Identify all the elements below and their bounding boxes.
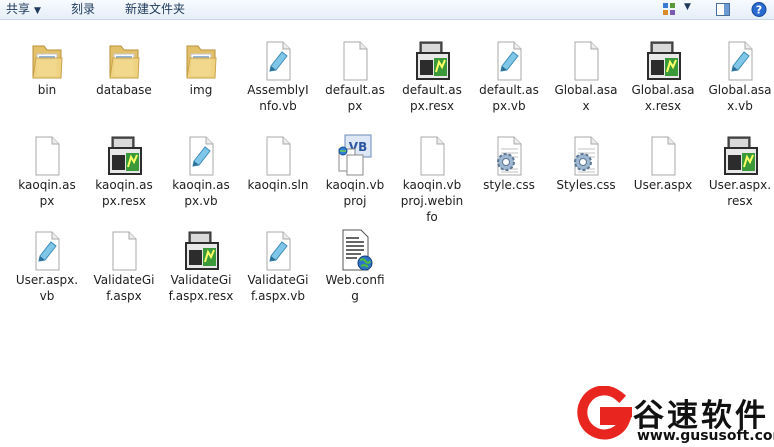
blank-file-icon: [104, 226, 144, 274]
file-label: Global.asa x.vb: [708, 83, 772, 113]
file-label: User.aspx. vb: [15, 273, 79, 303]
file-item[interactable]: Styles.css: [546, 131, 626, 221]
folder-icon: [181, 36, 221, 84]
view-options-icon[interactable]: [660, 1, 678, 18]
file-item[interactable]: default.as px.vb: [469, 36, 549, 126]
css-file-icon: [566, 131, 606, 179]
new-folder-button[interactable]: 新建文件夹: [125, 1, 185, 18]
file-item[interactable]: Global.asa x.vb: [700, 36, 774, 126]
vb-file-icon: [720, 36, 760, 84]
file-label: kaoqin.as px: [18, 178, 76, 208]
file-item[interactable]: bin: [7, 36, 87, 126]
css-file-icon: [489, 131, 529, 179]
resx-file-icon: [643, 36, 683, 84]
blank-file-icon: [258, 131, 298, 179]
file-label: default.as px.vb: [479, 83, 539, 113]
view-dropdown-icon[interactable]: ▼: [684, 2, 691, 12]
vb-file-icon: [258, 226, 298, 274]
file-item[interactable]: kaoqin.sln: [238, 131, 318, 221]
vb-file-icon: [181, 131, 221, 179]
file-item[interactable]: ValidateGi f.aspx.vb: [238, 226, 318, 316]
share-label: 共享: [6, 2, 31, 16]
blank-file-icon: [335, 36, 375, 84]
file-label: ValidateGi f.aspx.vb: [247, 273, 309, 303]
file-label: default.as px.resx: [402, 83, 462, 113]
file-item[interactable]: kaoqin.vb proj.webin fo: [392, 131, 472, 224]
file-label: ValidateGi f.aspx.resx: [168, 273, 234, 303]
file-item[interactable]: Web.confi g: [315, 226, 395, 316]
file-item[interactable]: default.as px: [315, 36, 395, 126]
blank-file-icon: [412, 131, 452, 179]
file-item[interactable]: VB kaoqin.vb proj: [315, 131, 395, 221]
file-label: style.css: [483, 178, 535, 192]
file-item[interactable]: default.as px.resx: [392, 36, 472, 126]
share-button[interactable]: 共享 ▼: [6, 1, 41, 18]
gusu-logo-icon: [577, 386, 633, 440]
file-item[interactable]: kaoqin.as px.vb: [161, 131, 241, 221]
file-item[interactable]: ValidateGi f.aspx: [84, 226, 164, 316]
file-label: img: [189, 83, 213, 97]
file-label: Global.asa x: [554, 83, 618, 113]
file-item[interactable]: User.aspx: [623, 131, 703, 221]
file-label: kaoqin.vb proj.webin fo: [400, 178, 464, 224]
resx-file-icon: [412, 36, 452, 84]
watermark-url: www.gususoft.com: [637, 428, 774, 444]
vb-file-icon: [489, 36, 529, 84]
burn-button[interactable]: 刻录: [71, 1, 95, 18]
file-label: ValidateGi f.aspx: [93, 273, 155, 303]
vb-file-icon: [258, 36, 298, 84]
blank-file-icon: [643, 131, 683, 179]
watermark: 谷速软件 www.gususoft.com: [575, 384, 774, 447]
folder-icon: [104, 36, 144, 84]
file-label: Web.confi g: [325, 273, 385, 303]
chevron-down-icon: ▼: [34, 6, 41, 16]
file-label: Global.asa x.resx: [631, 83, 695, 113]
vb-file-icon: [27, 226, 67, 274]
file-item[interactable]: kaoqin.as px: [7, 131, 87, 221]
file-item[interactable]: Global.asa x: [546, 36, 626, 126]
resx-file-icon: [720, 131, 760, 179]
file-label: kaoqin.vb proj: [325, 178, 385, 208]
help-icon[interactable]: ?: [750, 1, 768, 18]
file-item[interactable]: style.css: [469, 131, 549, 221]
file-item[interactable]: User.aspx. resx: [700, 131, 774, 221]
file-item[interactable]: AssemblyI nfo.vb: [238, 36, 318, 126]
resx-file-icon: [181, 226, 221, 274]
folder-icon: [27, 36, 67, 84]
file-label: User.aspx. resx: [708, 178, 772, 208]
preview-pane-icon[interactable]: [714, 1, 732, 18]
file-label: kaoqin.as px.vb: [172, 178, 230, 208]
file-item[interactable]: ValidateGi f.aspx.resx: [161, 226, 241, 316]
file-label: kaoqin.sln: [247, 178, 309, 192]
file-item[interactable]: kaoqin.as px.resx: [84, 131, 164, 221]
file-label: bin: [37, 83, 57, 97]
file-label: default.as px: [325, 83, 385, 113]
file-label: AssemblyI nfo.vb: [247, 83, 309, 113]
blank-file-icon: [27, 131, 67, 179]
command-bar: 共享 ▼ 刻录 新建文件夹 ▼ ?: [0, 0, 774, 20]
file-label: User.aspx: [633, 178, 693, 192]
file-label: database: [96, 83, 152, 97]
resx-file-icon: [104, 131, 144, 179]
svg-text:?: ?: [756, 4, 762, 17]
file-item[interactable]: Global.asa x.resx: [623, 36, 703, 126]
config-file-icon: [335, 226, 375, 274]
blank-file-icon: [566, 36, 606, 84]
file-label: Styles.css: [556, 178, 616, 192]
file-item[interactable]: img: [161, 36, 241, 126]
file-item[interactable]: User.aspx. vb: [7, 226, 87, 316]
file-label: kaoqin.as px.resx: [95, 178, 153, 208]
file-item[interactable]: database: [84, 36, 164, 126]
vbproj-file-icon: VB: [335, 131, 375, 179]
